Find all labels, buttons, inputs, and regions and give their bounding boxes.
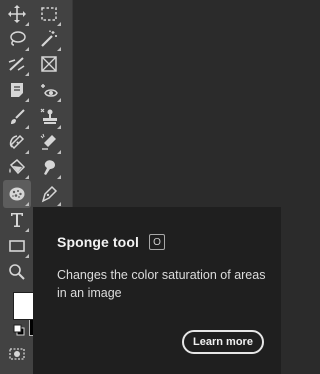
move-icon: [8, 5, 26, 23]
crop-icon: [8, 57, 25, 71]
clone-stamp-icon: [40, 108, 57, 124]
submenu-indicator-icon: [25, 98, 29, 102]
default-colors-icon[interactable]: [13, 324, 25, 336]
submenu-indicator-icon: [57, 202, 61, 206]
type-icon: [11, 213, 23, 227]
note-tool[interactable]: [3, 76, 31, 104]
zoom-tool[interactable]: [3, 258, 31, 286]
marquee-tool[interactable]: [35, 0, 63, 28]
eyedropper-tool[interactable]: [35, 76, 63, 104]
type-tool[interactable]: [3, 206, 31, 234]
shortcut-key-badge: O: [148, 234, 165, 250]
tooltip-header: Sponge tool O: [57, 234, 265, 250]
brush-icon: [11, 109, 25, 124]
sponge-icon: [9, 187, 25, 201]
zoom-icon: [9, 264, 25, 280]
eyedropper-eye-icon: [41, 84, 58, 97]
submenu-indicator-icon: [25, 175, 29, 179]
frame-icon: [41, 56, 57, 72]
rectangle-icon: [9, 240, 25, 252]
quick-mask-tool[interactable]: [3, 340, 31, 368]
magic-wand-tool[interactable]: [35, 25, 63, 53]
lasso-icon: [10, 31, 26, 46]
eraser-icon: [40, 133, 56, 150]
move-tool[interactable]: [3, 0, 31, 28]
submenu-indicator-icon: [57, 175, 61, 179]
lasso-tool[interactable]: [3, 25, 31, 53]
quick-mask-icon: [9, 348, 25, 360]
rectangle-tool[interactable]: [3, 232, 31, 260]
smudge-icon: [44, 160, 55, 175]
spot-healing-tool[interactable]: [3, 128, 31, 156]
learn-more-button[interactable]: Learn more: [182, 330, 264, 354]
rectangular-marquee-icon: [41, 7, 57, 21]
submenu-indicator-icon: [57, 98, 61, 102]
pen-tool[interactable]: [35, 180, 63, 208]
smudge-tool[interactable]: [35, 153, 63, 181]
eraser-tool[interactable]: [35, 128, 63, 156]
crop-tool[interactable]: [3, 50, 31, 78]
stamp-tool[interactable]: [35, 103, 63, 131]
brush-tool[interactable]: [3, 103, 31, 131]
tooltip-description: Changes the color saturation of areas in…: [57, 268, 266, 300]
paint-bucket-icon: [9, 158, 26, 175]
spot-healing-icon: [9, 134, 25, 150]
tool-tooltip: Sponge tool O Changes the color saturati…: [33, 207, 281, 374]
tooltip-title: Sponge tool: [57, 234, 139, 250]
paint-bucket-tool[interactable]: [3, 153, 31, 181]
pen-icon: [41, 185, 58, 203]
frame-tool[interactable]: [35, 50, 63, 78]
sponge-tool[interactable]: [3, 180, 31, 208]
magic-wand-icon: [41, 30, 57, 47]
note-icon: [11, 83, 23, 97]
